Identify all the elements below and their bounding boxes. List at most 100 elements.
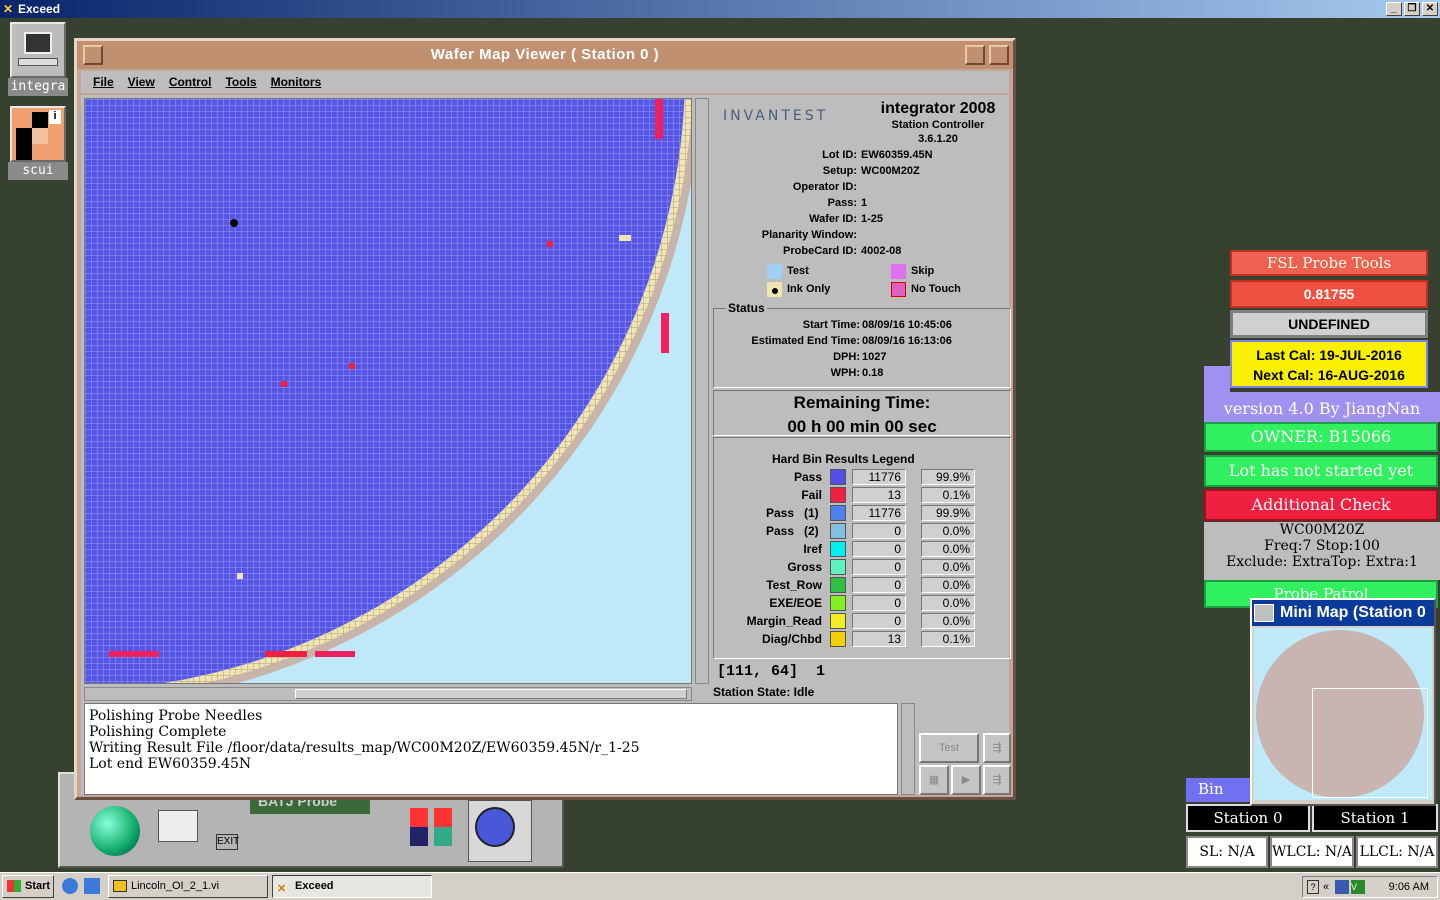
setup-name: WC00M20Z [1279,522,1365,538]
bin-row: Margin_Read 0 0.0% [714,612,1012,630]
scui-icon: i [10,106,66,162]
fsl-status-undefined: UNDEFINED [1230,310,1428,338]
bin-row: Gross 0 0.0% [714,558,1012,576]
minimize-button[interactable]: _ [1386,2,1402,16]
log-scrollbar[interactable] [901,703,915,795]
globe-icon [90,806,140,856]
help-icon[interactable]: ? [1307,880,1319,894]
ink-icon-button[interactable]: ▦ [919,765,949,795]
log-line: Writing Result File /floor/data/results_… [89,740,640,756]
bin-row: Pass (2) 0 0.0% [714,522,1012,540]
calibration-box: Last Cal: 19-JUL-2016 Next Cal: 16-AUG-2… [1230,340,1428,388]
bin-legend-title: Hard Bin Results Legend [772,452,915,466]
window-maximize-button[interactable] [989,45,1009,65]
chevron-icon[interactable]: « [1323,877,1329,897]
log-line: Polishing Complete [89,724,227,740]
exceed-title: Exceed [18,2,61,16]
additional-check-button[interactable]: Additional Check [1204,489,1438,521]
wafer-map[interactable] [84,98,692,684]
desktop-icon-scui[interactable]: i scui [8,106,68,180]
quicklaunch-icon[interactable] [84,878,100,894]
status-group: Status Start Time: 08/09/16 10:45:06 Esti… [713,301,1011,388]
last-cal: Last Cal: 19-JUL-2016 [1256,347,1402,363]
mini-map-title: Mini Map (Station 0 [1252,600,1434,626]
setup-info: WC00M20Z Freq:7 Stop:100 Exclude: ExtraT… [1204,522,1440,580]
remaining-time-group: Remaining Time: 00 h 00 min 00 sec [713,390,1011,436]
exceed-icon: ✕ [277,883,287,895]
map-horizontal-scrollbar[interactable] [84,687,692,701]
hard-bin-legend: Hard Bin Results Legend Pass 11776 99.9% F… [713,437,1011,659]
start-button[interactable]: Start [2,875,54,898]
fsl-value: 0.81755 [1230,280,1428,308]
station0-button[interactable]: Station 0 [1186,804,1310,832]
window-content: INVANTEST integrator 2008 Station Contro… [81,95,1011,795]
menu-control[interactable]: Control [169,75,212,89]
computer-icon [10,22,66,78]
sl-value: SL: N/A [1186,836,1268,868]
cursor-marker [230,219,238,227]
menu-file[interactable]: File [93,75,114,89]
fail-die [655,99,663,139]
menu-view[interactable]: View [128,75,155,89]
product-subtitle: Station Controller [891,119,985,131]
freq-stop: Freq:7 Stop:100 [1264,538,1380,554]
invantest-logo: INVANTEST [723,108,829,124]
bin-tab[interactable]: Bin [1186,778,1256,802]
close-button[interactable]: ✕ [1422,2,1438,16]
ie-icon[interactable] [62,878,78,894]
remaining-time-title: Remaining Time: [793,393,931,412]
bin-row: Iref 0 0.0% [714,540,1012,558]
ink-die [619,235,631,241]
mini-map-menu-button[interactable] [1254,604,1274,622]
version-label: version 4.0 By JiangNan [1204,392,1440,422]
llcl-value: LLCL: N/A [1356,836,1438,868]
log-line: Polishing Probe Needles [89,708,263,724]
desktop-icon-integra[interactable]: integra [8,22,68,96]
station1-button[interactable]: Station 1 [1312,804,1438,832]
wafer-map-canvas [85,99,691,683]
lot-status-button[interactable]: Lot has not started yet [1204,455,1438,487]
owner-button[interactable]: OWNER: B15066 [1204,422,1438,452]
desktop-icon-label: integra [8,78,68,96]
note-icon[interactable] [158,810,198,842]
restore-button[interactable]: ❐ [1404,2,1420,16]
step-icon-button[interactable]: ▶ [951,765,981,795]
map-vertical-scrollbar[interactable] [695,98,709,684]
windows-logo-icon [7,880,21,892]
align-icon-button[interactable]: ⇶ [983,765,1011,795]
fail-die [265,651,307,657]
fsl-probe-tools-title[interactable]: FSL Probe Tools [1230,250,1428,276]
window-minimize-button[interactable] [965,45,985,65]
log-line: Lot end EW60359.45N [89,756,252,772]
test-button[interactable]: Test [919,733,979,763]
task-labview[interactable]: Lincoln_OI_2_1.vi [108,875,268,898]
wafer-thumbnail[interactable] [468,800,532,862]
menu-monitors[interactable]: Monitors [271,75,322,89]
vnc-icon[interactable]: V [1351,880,1365,894]
fail-die [281,381,287,387]
fail-die [109,651,159,657]
network-icon[interactable] [1335,880,1349,894]
fail-die [315,651,355,657]
message-log: Polishing Probe Needles Polishing Comple… [84,703,898,795]
labview-icon [113,880,127,892]
probe-icon-button[interactable]: ⇶ [983,733,1011,763]
exit-button[interactable]: EXIT [216,834,239,850]
wlcl-value: WLCL: N/A [1270,836,1354,868]
taskbar: Start Lincoln_OI_2_1.vi ✕ Exceed ? « V 9… [0,872,1440,900]
menu-tools[interactable]: Tools [225,75,256,89]
cursor-coordinate: [111, 64] 1 [717,663,826,680]
fail-die [349,363,355,369]
window-menu-button[interactable] [83,45,103,65]
task-exceed[interactable]: ✕ Exceed [272,875,432,898]
exceed-titlebar: ✕ Exceed _ ❐ ✕ [0,0,1440,18]
meter-icon [410,808,428,846]
bin-row: Fail 13 0.1% [714,486,1012,504]
wafer-dies [85,99,685,683]
menu-bar: File View Control Tools Monitors [81,71,1009,93]
bin-row: Test_Row 0 0.0% [714,576,1012,594]
product-name: integrator 2008 [880,100,996,117]
bin-row: Pass 11776 99.9% [714,468,1012,486]
status-label: Status [726,301,767,315]
mini-map-canvas[interactable] [1254,628,1432,800]
